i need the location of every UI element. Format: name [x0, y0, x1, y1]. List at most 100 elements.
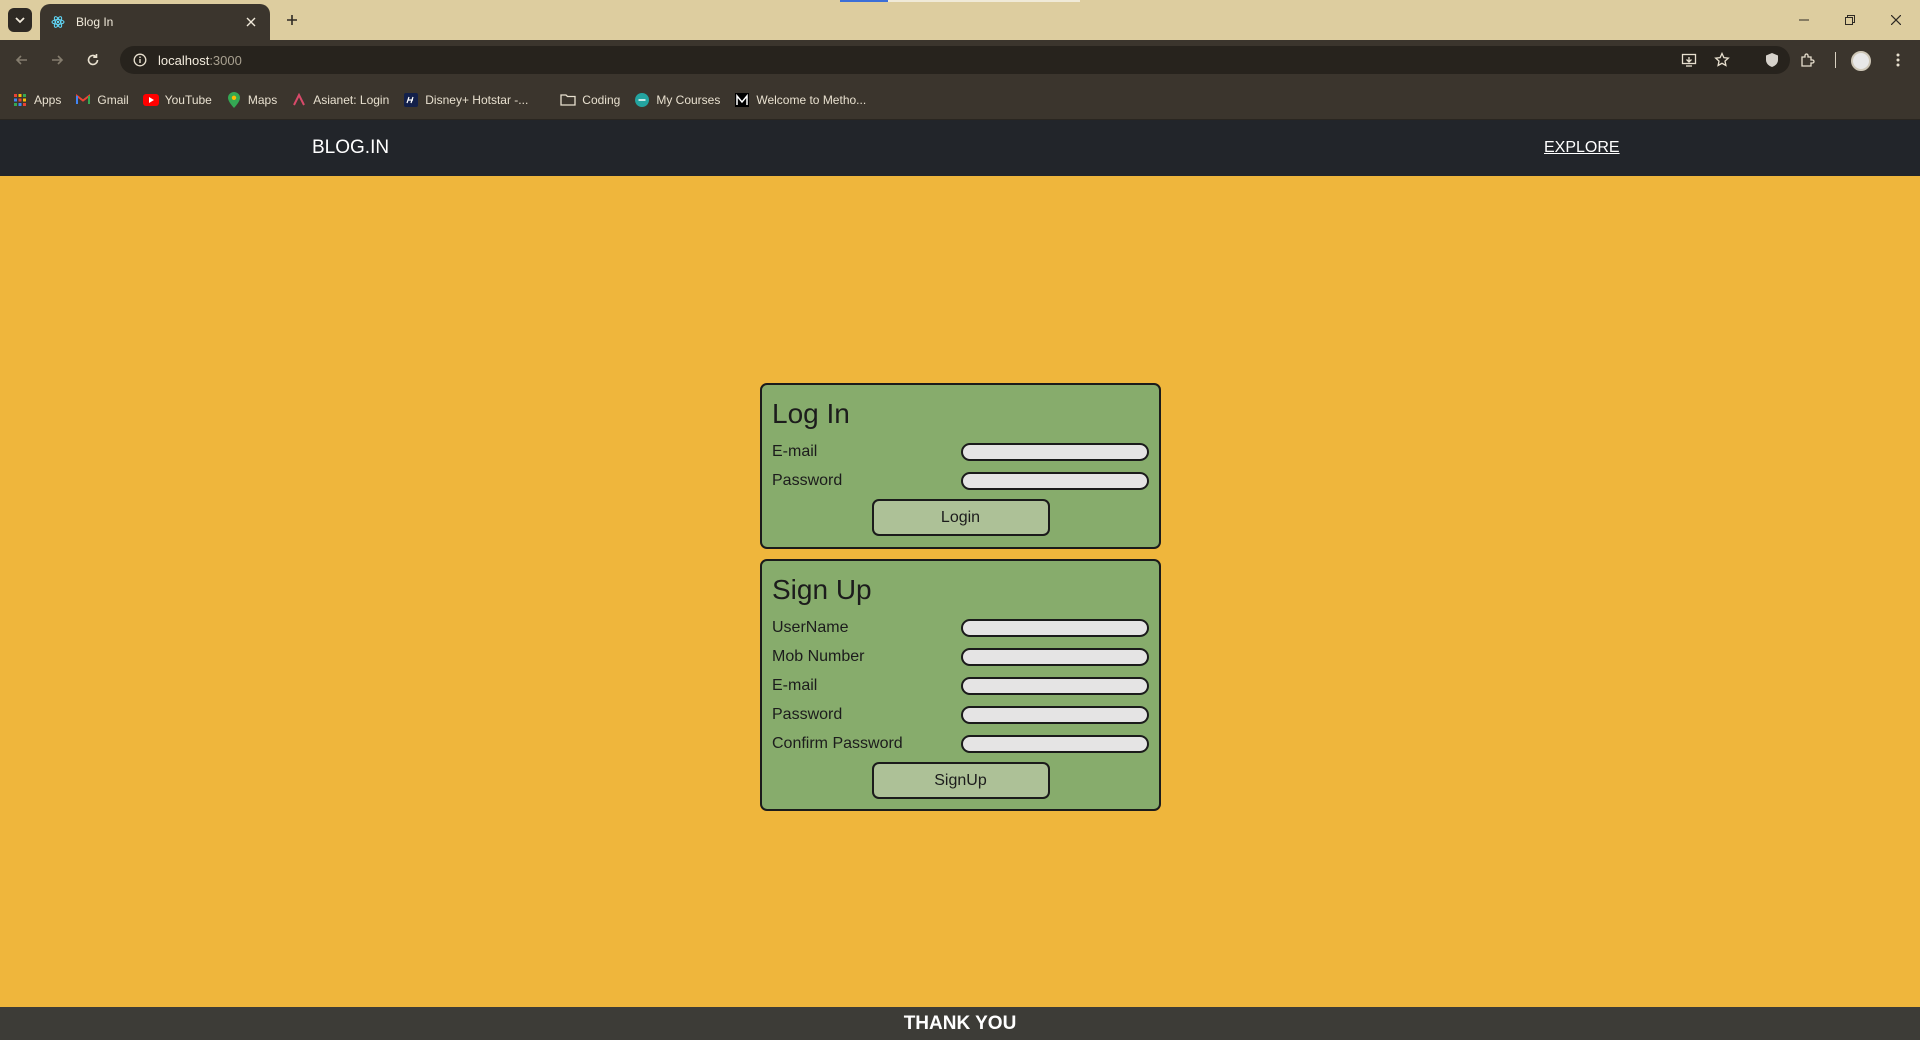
hotstar-icon: [403, 92, 419, 108]
install-app-button[interactable]: [1677, 48, 1701, 72]
signup-password-input[interactable]: [961, 705, 1149, 724]
install-app-icon: [1681, 53, 1697, 67]
site-brand[interactable]: BLOG.IN: [312, 120, 389, 176]
bookmark-maps[interactable]: Maps: [226, 91, 278, 108]
puzzle-piece-icon: [1801, 53, 1815, 67]
bookmark-metho[interactable]: Welcome to Metho...: [734, 92, 866, 108]
signup-username-input[interactable]: [961, 618, 1149, 637]
asianet-icon: [291, 92, 307, 108]
apps-grid-icon: [12, 92, 28, 108]
tab-title: Blog In: [76, 15, 114, 29]
signup-confirm-password-input[interactable]: [961, 734, 1149, 753]
browser-menu-button[interactable]: [1886, 48, 1910, 72]
bookmark-label: Disney+ Hotstar -...: [425, 92, 529, 107]
bookmark-label: Apps: [34, 92, 62, 107]
site-info-icon[interactable]: [132, 52, 148, 68]
signup-confirm-password-row: Confirm Password: [772, 729, 1149, 758]
back-button[interactable]: [10, 48, 34, 72]
tab-search-button[interactable]: [8, 8, 32, 32]
bookmark-folder-coding[interactable]: Coding: [560, 92, 620, 108]
bookmark-label: My Courses: [656, 92, 721, 107]
bookmark-star-button[interactable]: [1710, 48, 1734, 72]
shield-icon: [1766, 53, 1778, 67]
bookmark-my-courses[interactable]: My Courses: [634, 92, 720, 108]
extension-shield-button[interactable]: [1760, 48, 1784, 72]
bookmark-asianet[interactable]: Asianet: Login: [291, 92, 389, 108]
signup-button[interactable]: SignUp: [871, 762, 1050, 799]
close-window-button[interactable]: [1878, 6, 1914, 34]
signup-mobile-row: Mob Number: [772, 642, 1149, 671]
address-bar[interactable]: localhost:3000: [120, 46, 1790, 74]
signup-email-input[interactable]: [961, 676, 1149, 695]
tab-close-icon[interactable]: [242, 13, 260, 31]
forward-button[interactable]: [45, 48, 69, 72]
browser-tab-active[interactable]: Blog In: [40, 4, 270, 40]
new-tab-button[interactable]: [280, 8, 304, 32]
plus-icon: [287, 15, 297, 25]
login-button[interactable]: Login: [871, 499, 1050, 536]
url-host: localhost: [158, 52, 210, 68]
footer-text: THANK YOU: [903, 1012, 1017, 1034]
login-button-wrap: Login: [772, 499, 1149, 536]
bookmark-label: Asianet: Login: [313, 92, 390, 107]
signup-email-label: E-mail: [772, 676, 818, 694]
browser-tabstrip: Blog In: [0, 0, 1920, 40]
star-icon: [1714, 52, 1730, 67]
chevron-down-icon: [15, 17, 25, 24]
browser-toolbar: localhost:3000: [0, 40, 1920, 80]
reload-button[interactable]: [81, 48, 105, 72]
metho-icon: [734, 92, 750, 108]
login-password-row: Password: [772, 466, 1149, 495]
extensions-button[interactable]: [1795, 48, 1819, 72]
minimize-icon: [1799, 19, 1809, 21]
react-favicon-icon: [50, 14, 66, 30]
bookmark-hotstar[interactable]: Disney+ Hotstar -...: [403, 92, 528, 108]
login-email-label: E-mail: [772, 442, 818, 460]
minimize-button[interactable]: [1786, 6, 1822, 34]
bookmark-apps[interactable]: Apps: [12, 92, 61, 108]
signup-email-row: E-mail: [772, 671, 1149, 700]
bookmark-label: Gmail: [97, 92, 129, 107]
bookmark-label: Coding: [582, 92, 621, 107]
bookmark-label: Maps: [247, 92, 278, 107]
login-email-row: E-mail: [772, 437, 1149, 466]
signup-username-row: UserName: [772, 613, 1149, 642]
bookmarks-bar: Apps Gmail YouTube Maps Asianet: Login D…: [0, 80, 1920, 120]
close-icon: [1891, 15, 1901, 25]
site-footer: THANK YOU: [0, 1007, 1920, 1040]
tab-loading-track: [888, 0, 1080, 2]
signup-password-row: Password: [772, 700, 1149, 729]
reload-icon: [87, 54, 99, 66]
site-navbar: BLOG.IN EXPLORE: [0, 120, 1920, 176]
url-port: :3000: [209, 52, 242, 68]
toolbar-separator: [1835, 52, 1836, 68]
signup-title: Sign Up: [772, 574, 872, 605]
login-password-input[interactable]: [961, 471, 1149, 490]
folder-icon: [560, 92, 576, 108]
profile-avatar[interactable]: [1851, 51, 1871, 71]
maps-icon: [226, 91, 242, 108]
restore-icon: [1845, 15, 1855, 25]
youtube-icon: [142, 92, 159, 108]
signup-password-label: Password: [772, 705, 843, 723]
signup-confirm-password-label: Confirm Password: [772, 734, 903, 752]
bookmark-label: Welcome to Metho...: [756, 92, 867, 107]
signup-card: Sign Up UserName Mob Number E-mail Passw…: [760, 559, 1161, 811]
tab-loading-bar: [840, 0, 888, 2]
login-title: Log In: [772, 398, 850, 429]
explore-link[interactable]: EXPLORE: [1544, 120, 1620, 176]
courses-icon: [634, 92, 650, 108]
arrow-right-icon: [52, 55, 64, 65]
bookmark-label: YouTube: [164, 92, 212, 107]
gmail-icon: [75, 92, 91, 108]
arrow-left-icon: [15, 55, 27, 65]
login-password-label: Password: [772, 471, 843, 489]
signup-username-label: UserName: [772, 618, 849, 636]
bookmark-youtube[interactable]: YouTube: [142, 92, 212, 108]
signup-mobile-input[interactable]: [961, 647, 1149, 666]
bookmark-gmail[interactable]: Gmail: [75, 92, 129, 108]
kebab-menu-icon: [1896, 53, 1900, 67]
restore-button[interactable]: [1832, 6, 1868, 34]
signup-mobile-label: Mob Number: [772, 647, 865, 665]
login-email-input[interactable]: [961, 442, 1149, 461]
